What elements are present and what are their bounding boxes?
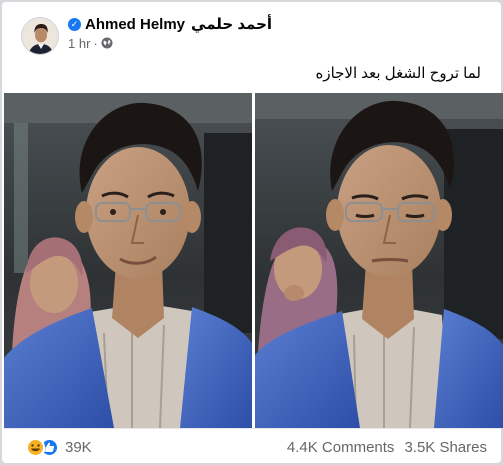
author-avatar[interactable] xyxy=(21,17,59,55)
post-footer: 39K 4.4K Comments 3.5K Shares xyxy=(4,428,503,465)
meta-separator: · xyxy=(93,35,98,51)
author-name-arabic[interactable]: أحمد حلمي xyxy=(191,15,272,33)
post-meta: 1 hr · xyxy=(68,35,113,51)
post-text: لما تروح الشغل بعد الاجازه xyxy=(315,65,481,82)
post-photo[interactable] xyxy=(4,93,503,428)
author-name[interactable]: Ahmed Helmy xyxy=(85,16,185,33)
globe-icon[interactable] xyxy=(101,37,113,49)
facebook-post: ✓ Ahmed Helmy أحمد حلمي 1 hr · لما تروح … xyxy=(2,2,503,465)
reaction-count: 39K xyxy=(65,438,92,456)
photo-image xyxy=(4,93,503,428)
post-stats: 4.4K Comments 3.5K Shares xyxy=(287,439,487,456)
shares-count[interactable]: 3.5K Shares xyxy=(404,439,487,456)
post-timestamp[interactable]: 1 hr xyxy=(68,36,90,51)
verified-badge-icon: ✓ xyxy=(68,17,81,31)
reactions-summary[interactable]: 39K xyxy=(26,437,92,457)
avatar-image xyxy=(22,18,58,54)
haha-icon xyxy=(26,437,45,457)
author-row: ✓ Ahmed Helmy أحمد حلمي xyxy=(68,14,272,34)
comments-count[interactable]: 4.4K Comments xyxy=(287,439,395,456)
